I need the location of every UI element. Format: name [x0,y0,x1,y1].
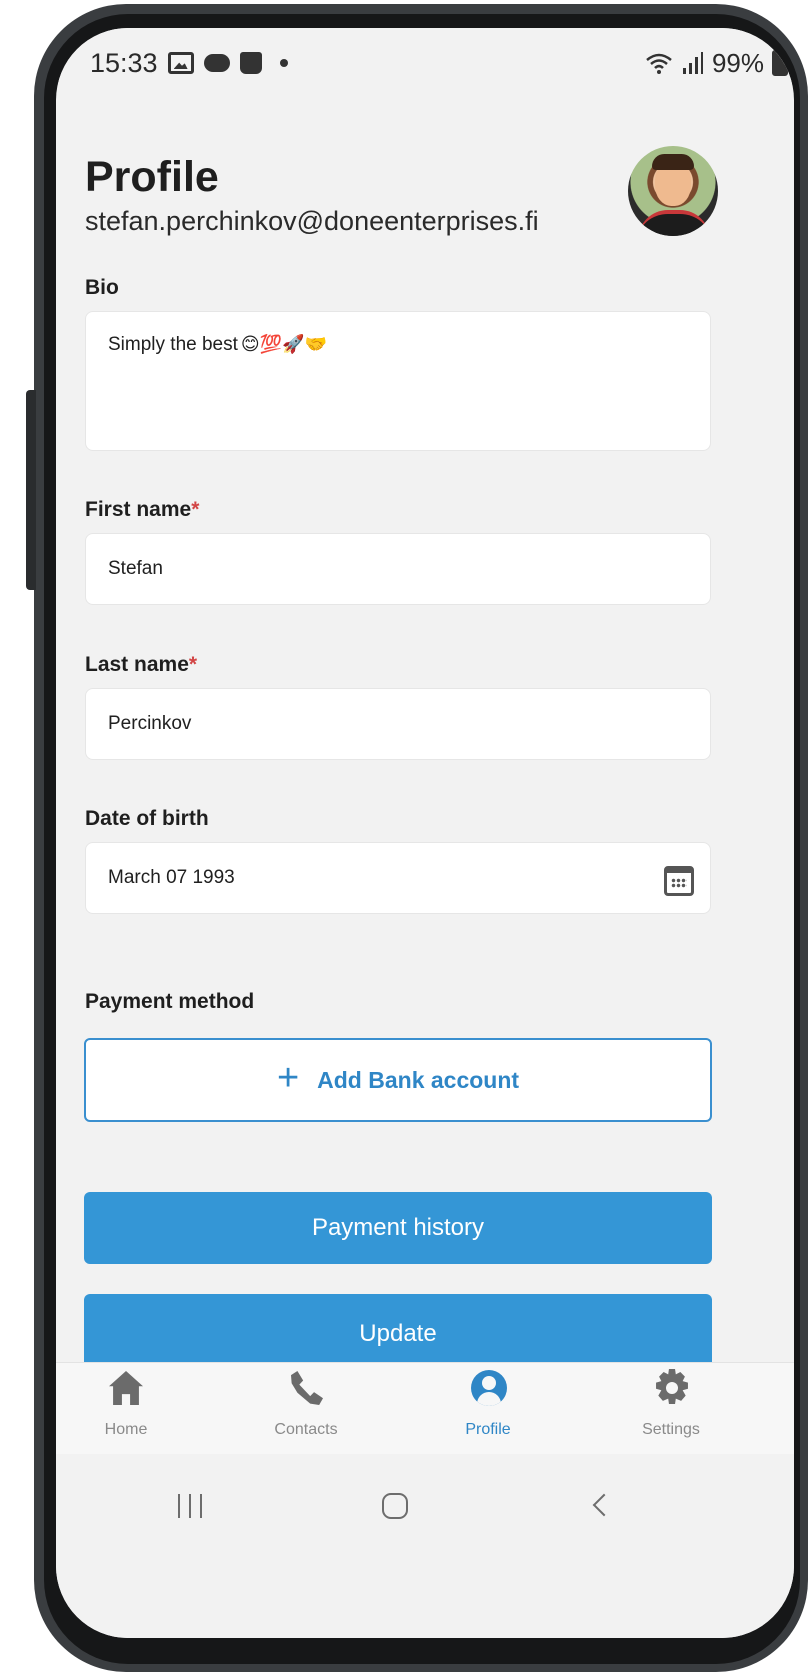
nav-label-settings: Settings [642,1421,700,1438]
plus-icon: + [276,1057,300,1099]
home-icon [105,1369,147,1411]
last-name-label-text: Last name [85,653,189,676]
gallery-icon [167,52,194,74]
bio-label: Bio [85,276,119,299]
status-right: 99% [644,48,788,79]
profile-email: stefan.perchinkov@doneenterprises.fi [85,206,539,236]
first-name-label: First name* [85,498,199,522]
calendar-icon[interactable] [664,866,694,896]
date-of-birth-field[interactable]: March 07 1993 [85,842,711,914]
first-name-label-text: First name [85,498,192,521]
nav-label-contacts: Contacts [274,1421,338,1438]
bio-emojis: 😊💯🚀🤝 [240,334,327,354]
nav-item-profile[interactable]: Profile [418,1363,558,1455]
date-of-birth-value: March 07 1993 [108,867,235,888]
battery-percent: 99% [711,47,764,78]
required-mark: * [188,653,198,676]
bio-text: Simply the best [108,334,238,355]
avatar-hair [652,154,694,170]
screen: 15:33 99% Profile stefan.perchinkov@done… [56,28,794,1638]
required-mark: * [191,498,200,521]
last-name-label: Last name* [85,653,197,677]
nav-item-home[interactable]: Home [56,1363,196,1455]
shopping-bag-icon [239,52,262,74]
bio-textarea[interactable]: Simply the best 😊💯🚀🤝 [85,311,711,451]
phone-icon [285,1369,327,1411]
status-left: 15:33 [90,48,288,79]
home-circle-icon[interactable] [382,1493,408,1519]
nav-item-contacts[interactable]: Contacts [236,1363,376,1455]
last-name-field[interactable]: Percinkov [85,688,711,760]
last-name-value: Percinkov [108,713,192,734]
back-icon[interactable] [592,1493,616,1517]
game-icon [203,54,230,72]
status-bar: 15:33 99% [56,28,794,84]
bottom-nav: Home Contacts Profile Settings [56,1362,794,1454]
phone-side-button [26,390,36,590]
status-time: 15:33 [90,47,158,78]
first-name-field[interactable]: Stefan [85,533,711,605]
recents-icon[interactable] [178,1494,202,1518]
payment-history-button[interactable]: Payment history [84,1192,712,1264]
date-of-birth-label: Date of birth [85,807,209,830]
nav-item-settings[interactable]: Settings [601,1363,741,1455]
signal-icon [682,52,703,74]
wifi-icon [646,53,672,74]
user-circle-icon [467,1369,509,1411]
add-bank-account-label: Add Bank account [317,1066,520,1093]
gear-icon [650,1369,692,1411]
system-nav-bar [56,1454,794,1638]
payment-method-label: Payment method [85,990,255,1013]
first-name-value: Stefan [108,558,163,579]
nav-label-home: Home [104,1421,148,1438]
nav-label-profile: Profile [465,1421,511,1438]
add-bank-account-button[interactable]: + Add Bank account [84,1038,712,1122]
dot-icon [279,59,288,67]
page-title: Profile [85,153,219,201]
avatar[interactable] [628,146,718,236]
battery-charging-icon [772,50,788,76]
avatar-shirt [638,210,710,236]
